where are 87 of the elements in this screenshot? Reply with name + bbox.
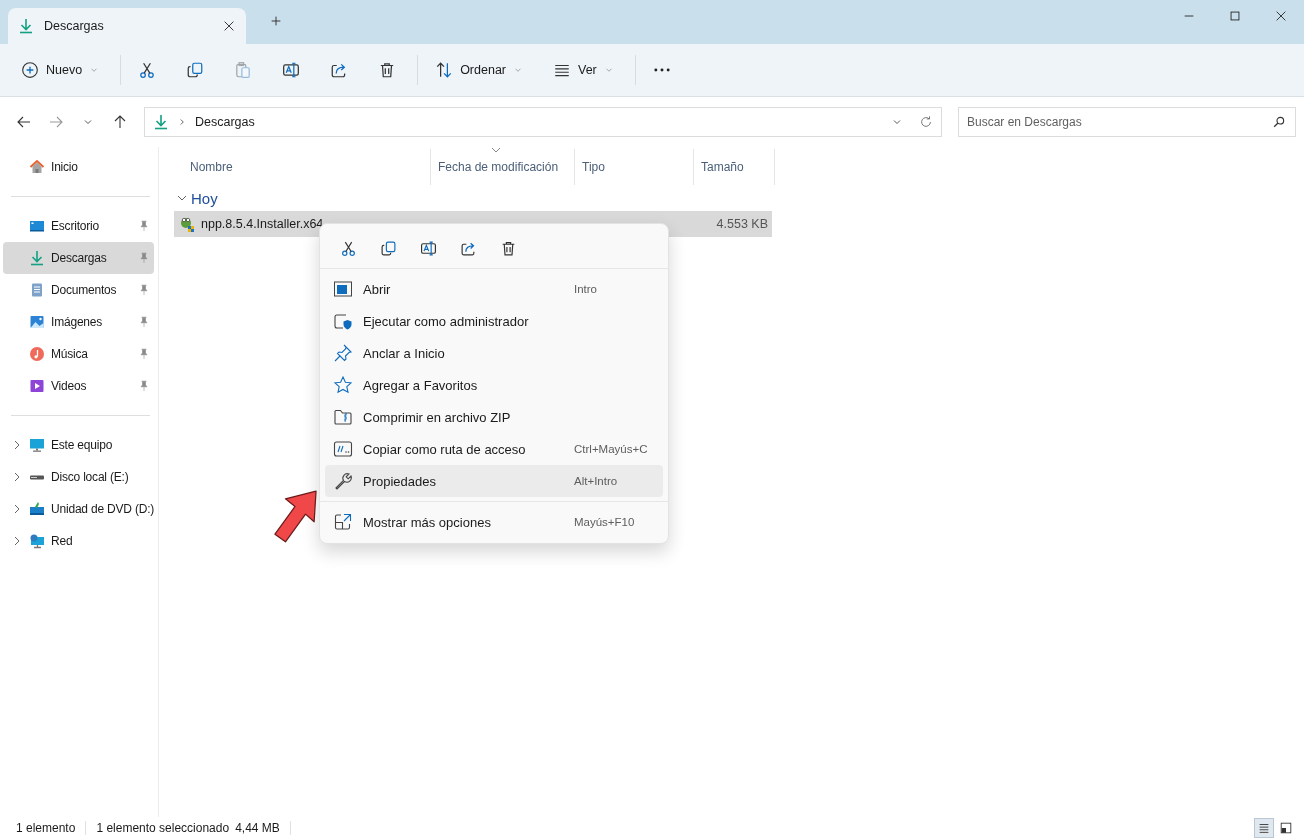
sidebar-item[interactable]: Disco local (E:) bbox=[3, 461, 154, 493]
wrench-icon bbox=[333, 471, 353, 491]
dvd-drive-icon bbox=[29, 501, 45, 517]
up-arrow-icon bbox=[112, 114, 128, 130]
file-name: npp.8.5.4.Installer.x64 bbox=[201, 217, 324, 231]
expand-icon bbox=[333, 512, 353, 532]
sort-button[interactable]: Ordenar bbox=[426, 53, 532, 87]
search-icon bbox=[1272, 115, 1286, 129]
copy-icon bbox=[186, 61, 205, 79]
shortcut-text: Ctrl+Mayús+C bbox=[574, 443, 649, 455]
sidebar-item[interactable]: Documentos bbox=[3, 274, 154, 306]
sidebar-item[interactable]: Escritorio bbox=[3, 210, 154, 242]
selection-size: 4,44 MB bbox=[235, 821, 291, 835]
clipboard-icon bbox=[234, 61, 253, 79]
plus-circle-icon bbox=[21, 61, 39, 79]
scissors-icon bbox=[138, 61, 157, 79]
path-icon bbox=[333, 439, 353, 459]
picture-icon bbox=[29, 314, 45, 330]
menu-item[interactable]: Mostrar más opciones Mayús+F10 bbox=[325, 506, 663, 538]
column-header[interactable]: Tamaño bbox=[694, 149, 775, 185]
tab-title: Descargas bbox=[44, 19, 105, 33]
copy-icon bbox=[379, 239, 397, 257]
tiles-icon bbox=[1279, 821, 1293, 835]
column-header[interactable]: Nombre bbox=[174, 149, 431, 185]
refresh-icon bbox=[919, 115, 933, 129]
zip-folder-icon bbox=[333, 407, 353, 427]
download-icon bbox=[29, 250, 45, 266]
video-icon bbox=[29, 378, 45, 394]
search-field[interactable]: Buscar en Descargas bbox=[958, 107, 1296, 137]
sidebar-item[interactable]: Música bbox=[3, 338, 154, 370]
house-icon bbox=[29, 159, 45, 175]
address-bar[interactable]: Descargas bbox=[144, 107, 942, 137]
app-icon bbox=[179, 216, 195, 232]
menu-item[interactable]: Comprimir en archivo ZIP bbox=[325, 401, 663, 433]
view-button[interactable]: Ver bbox=[544, 53, 623, 87]
network-icon bbox=[29, 533, 45, 549]
sidebar-item[interactable]: Descargas bbox=[3, 242, 154, 274]
forward-arrow-icon bbox=[48, 114, 64, 130]
group-header[interactable]: Hoy bbox=[191, 189, 218, 207]
rename-icon bbox=[419, 239, 437, 257]
menu-item[interactable]: Abrir Intro bbox=[325, 273, 663, 305]
pin-icon bbox=[333, 343, 353, 363]
monitor-icon bbox=[29, 437, 45, 453]
shortcut-text: Mayús+F10 bbox=[574, 516, 636, 528]
back-arrow-icon bbox=[16, 114, 32, 130]
maximize-icon bbox=[1228, 9, 1242, 23]
menu-item[interactable]: Ejecutar como administrador bbox=[325, 305, 663, 337]
star-icon bbox=[333, 375, 353, 395]
shortcut-text: Alt+Intro bbox=[574, 475, 619, 487]
column-header[interactable]: Tipo bbox=[575, 149, 694, 185]
sidebar-item[interactable]: Este equipo bbox=[3, 429, 154, 461]
desktop-icon bbox=[29, 218, 45, 234]
close-tab-button[interactable] bbox=[222, 19, 236, 33]
column-header[interactable]: Fecha de modificación bbox=[431, 149, 575, 185]
sidebar-item[interactable]: Red bbox=[3, 525, 154, 557]
shortcut-text: Intro bbox=[574, 283, 598, 295]
scissors-icon bbox=[339, 239, 357, 257]
selection-count: 1 elemento seleccionado bbox=[96, 821, 230, 835]
document-icon bbox=[29, 282, 45, 298]
sidebar-item[interactable]: Unidad de DVD (D:) bbox=[3, 493, 154, 525]
plus-icon bbox=[269, 14, 283, 28]
sidebar-item[interactable]: Videos bbox=[3, 370, 154, 402]
pointer-arrow bbox=[274, 490, 317, 544]
close-icon bbox=[1274, 9, 1288, 23]
sidebar-item[interactable]: Inicio bbox=[3, 151, 154, 183]
sort-arrows-icon bbox=[435, 61, 454, 79]
more-icon bbox=[653, 68, 670, 72]
new-button[interactable]: Nuevo bbox=[12, 53, 109, 87]
window-tab[interactable]: Descargas bbox=[8, 8, 246, 44]
shield-icon bbox=[333, 311, 353, 331]
music-icon bbox=[29, 346, 45, 362]
window-icon bbox=[333, 279, 353, 299]
list-icon bbox=[1257, 821, 1271, 835]
menu-item[interactable]: Agregar a Favoritos bbox=[325, 369, 663, 401]
details-view-button[interactable] bbox=[1254, 818, 1274, 838]
sidebar-item[interactable]: Imágenes bbox=[3, 306, 154, 338]
file-size: 4.553 KB bbox=[715, 217, 769, 231]
close-icon bbox=[222, 19, 236, 33]
download-icon bbox=[18, 18, 34, 34]
drive-icon bbox=[29, 474, 45, 480]
breadcrumb[interactable]: Descargas bbox=[195, 115, 255, 129]
item-count: 1 elemento bbox=[16, 821, 87, 835]
menu-item[interactable]: Anclar a Inicio bbox=[325, 337, 663, 369]
download-icon bbox=[153, 114, 169, 130]
rename-icon bbox=[282, 61, 301, 79]
menu-item[interactable]: Copiar como ruta de acceso Ctrl+Mayús+C bbox=[325, 433, 663, 465]
menu-item[interactable]: Propiedades Alt+Intro bbox=[325, 465, 663, 497]
